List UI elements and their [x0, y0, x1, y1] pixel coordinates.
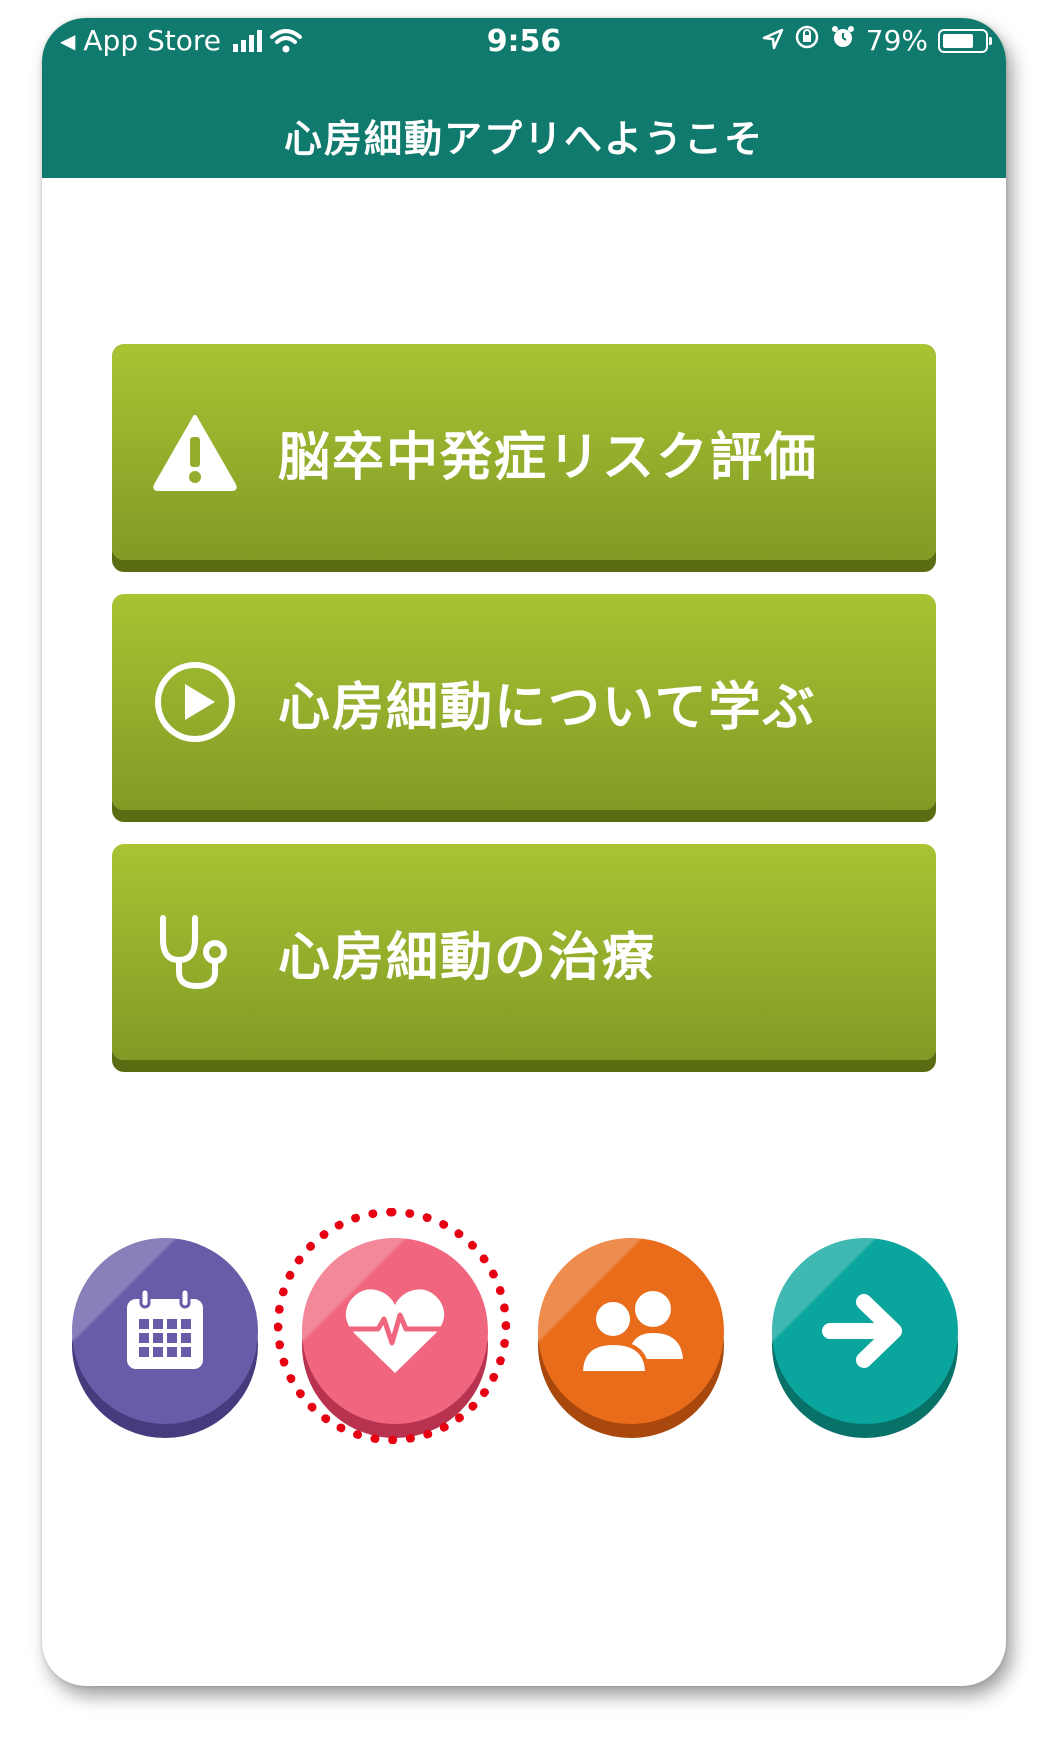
af-treatment-button[interactable]: 心房細動の治療	[112, 844, 936, 1060]
calendar-icon	[127, 1287, 203, 1369]
app-header: ◀ App Store 9:56 79% 心房細動アプリへようこそ	[42, 18, 1006, 178]
people-button[interactable]	[538, 1238, 724, 1424]
learn-af-label: 心房細動について学ぶ	[278, 677, 817, 738]
calendar-button[interactable]	[72, 1238, 258, 1424]
page-title: 心房細動アプリへようこそ	[283, 117, 764, 161]
af-treatment-label: 心房細動の治療	[278, 927, 657, 988]
rotation-lock-icon	[794, 24, 820, 57]
location-icon	[762, 24, 784, 57]
heart-pulse-icon	[345, 1289, 445, 1373]
learn-af-button[interactable]: 心房細動について学ぶ	[112, 594, 936, 810]
status-right: 79%	[762, 24, 992, 57]
alarm-icon	[830, 24, 856, 57]
next-button[interactable]	[772, 1238, 958, 1424]
phone-screen: ◀ App Store 9:56 79% 心房細動アプリへようこそ 脳卒中発症リ…	[42, 18, 1006, 1686]
stroke-risk-label: 脳卒中発症リスク評価	[278, 427, 819, 488]
people-icon	[578, 1291, 683, 1375]
stroke-risk-button[interactable]: 脳卒中発症リスク評価	[112, 344, 936, 560]
battery-percent: 79%	[865, 24, 928, 57]
play-icon	[150, 657, 240, 747]
arrow-right-icon	[822, 1294, 902, 1368]
warning-icon	[150, 407, 240, 497]
battery-icon	[938, 28, 992, 53]
stethoscope-icon	[150, 907, 240, 997]
status-bar: ◀ App Store 9:56 79%	[42, 18, 1006, 68]
